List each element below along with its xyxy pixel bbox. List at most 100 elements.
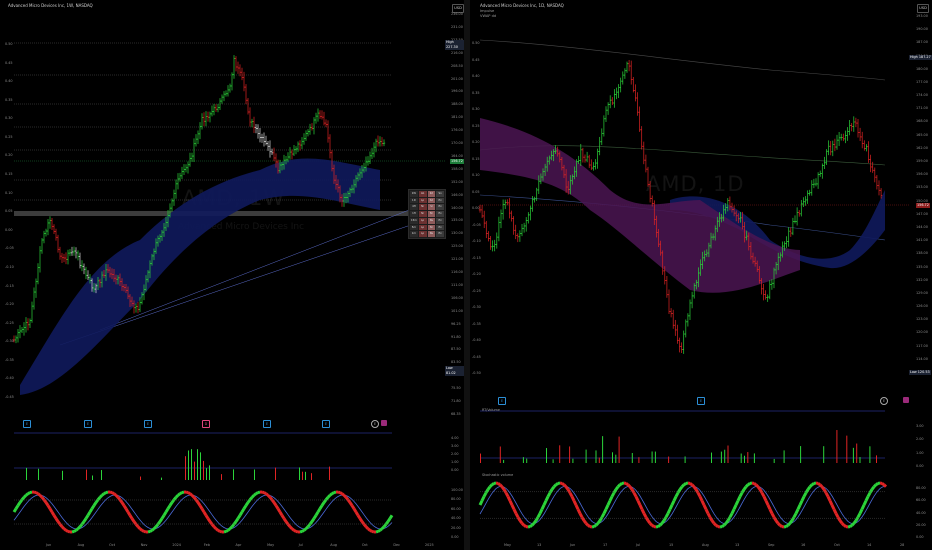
- stoch-line: [730, 508, 736, 515]
- stoch-line: [482, 492, 488, 498]
- stoch-line: [187, 491, 191, 496]
- stoch-line: [58, 523, 64, 528]
- event-marker-earnings[interactable]: E: [498, 397, 506, 405]
- stoch-line: [664, 512, 670, 518]
- table-cell: 1m: [410, 231, 418, 237]
- price-axis-label: 101.00: [451, 308, 463, 313]
- time-label: Sep: [768, 543, 775, 547]
- osc-axis-label: 0.00: [451, 468, 459, 472]
- volume-bar: [869, 446, 871, 463]
- upcoming-earnings-icon[interactable]: E: [880, 397, 888, 405]
- daily-price-chart[interactable]: [470, 0, 932, 550]
- stoch-line: [166, 504, 172, 510]
- stoch-line: [626, 483, 632, 488]
- volume-bar: [92, 475, 93, 480]
- flag-icon[interactable]: [381, 420, 387, 426]
- volume-bar: [747, 452, 749, 463]
- stoch-line: [715, 524, 719, 528]
- time-label: Nov: [140, 543, 148, 547]
- volume-bar: [724, 449, 726, 463]
- volume-bar: [275, 467, 276, 480]
- stoch-line: [147, 529, 151, 534]
- price-axis-label: 123.00: [916, 317, 928, 322]
- price-axis-label: 187.00: [916, 40, 928, 45]
- stoch-line: [840, 522, 846, 527]
- osc-axis-label: -0.10: [472, 239, 481, 243]
- time-label: 15: [669, 543, 674, 547]
- stoch-line: [122, 504, 128, 510]
- volume-bar: [638, 457, 640, 463]
- stoch-line: [379, 527, 383, 532]
- stoch-line: [532, 519, 538, 525]
- weekly-price-chart[interactable]: [0, 0, 464, 550]
- volume-bar: [26, 467, 27, 480]
- stoch-line: [550, 485, 556, 491]
- stoch-line: [212, 525, 218, 530]
- stoch-line: [552, 483, 558, 488]
- stoch-line: [265, 492, 269, 497]
- price-axis-label: 135.00: [451, 218, 463, 223]
- stoch-line: [54, 517, 60, 523]
- stoch-line: [602, 508, 608, 515]
- stoch-line: [200, 507, 206, 513]
- stoch-line: [250, 494, 256, 499]
- chart-pane-weekly[interactable]: Advanced Micro Devices Inc, 1W, NASDAQ U…: [0, 0, 464, 550]
- event-marker-earnings[interactable]: E: [263, 420, 271, 428]
- osc-axis-label: 0.20: [5, 153, 13, 158]
- price-axis-label: 126.00: [916, 304, 928, 309]
- price-axis-label: 130.00: [451, 231, 463, 236]
- osc-axis-label: 80.00: [916, 486, 926, 490]
- stoch-line: [657, 524, 661, 528]
- stoch-line: [22, 494, 28, 499]
- stoch-line: [386, 517, 392, 523]
- stoch-line: [331, 491, 335, 496]
- stoch-line: [572, 500, 578, 506]
- stoch-line: [52, 514, 58, 520]
- stoch-line: [540, 504, 546, 510]
- stoch-line: [608, 495, 614, 502]
- stoch-line: [830, 504, 836, 510]
- volume-bar: [188, 450, 189, 480]
- osc-axis-label: 0.35: [5, 97, 13, 102]
- osc-axis-label: 0.40: [5, 79, 13, 84]
- high-price-tag: High 187.27: [909, 55, 932, 60]
- flag-icon[interactable]: [903, 397, 909, 403]
- upcoming-earnings-icon[interactable]: E: [371, 420, 379, 428]
- stoch-line: [510, 504, 516, 510]
- price-axis-label: 174.00: [916, 93, 928, 98]
- stoch-line: [158, 517, 164, 523]
- osc-axis-label: 0.05: [472, 189, 480, 194]
- chart-pane-daily[interactable]: Advanced Micro Devices Inc, 1D, NASDAQ I…: [470, 0, 932, 550]
- stoch-line: [616, 483, 622, 488]
- osc-axis-label: 3.00: [916, 424, 924, 428]
- event-marker-earnings[interactable]: E: [23, 420, 31, 428]
- stoch-line: [126, 511, 132, 517]
- trend-cloud-purple: [480, 118, 800, 293]
- volume-bar: [329, 466, 330, 480]
- time-label: 2025: [425, 543, 434, 547]
- volume-bar: [546, 448, 547, 463]
- time-label: Oct: [109, 543, 116, 547]
- stoch-line: [808, 483, 814, 488]
- stoch-line: [198, 504, 204, 510]
- price-axis-label: 165.00: [916, 132, 928, 137]
- stoch-line: [219, 529, 223, 534]
- price-axis-label: 117.00: [916, 343, 928, 348]
- stoch-line: [280, 514, 286, 520]
- stoch-line: [794, 508, 800, 515]
- event-marker-earnings[interactable]: E: [697, 397, 705, 405]
- volume-bar: [499, 446, 501, 463]
- event-marker-earnings[interactable]: E: [322, 420, 330, 428]
- time-label: Oct: [361, 543, 368, 547]
- stoch-line: [704, 508, 710, 515]
- volume-bar: [197, 449, 198, 480]
- stoch-line: [724, 519, 730, 525]
- event-marker-earnings[interactable]: E: [144, 420, 152, 428]
- stoch-line: [875, 482, 879, 486]
- stoch-line: [177, 492, 181, 497]
- stoch-line: [324, 496, 330, 501]
- event-marker-dividend[interactable]: D: [202, 420, 210, 428]
- event-marker-earnings[interactable]: E: [84, 420, 92, 428]
- stoch-line: [109, 490, 113, 495]
- osc-axis-label: -0.30: [5, 339, 14, 344]
